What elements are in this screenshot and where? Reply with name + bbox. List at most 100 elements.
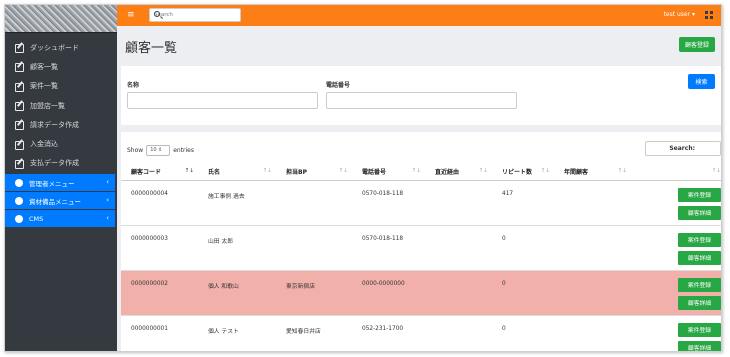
sidebar-item-payout[interactable]: 支払データ作成 <box>5 154 117 173</box>
sidebar-item-label: 案件一覧 <box>30 82 58 91</box>
register-customer-button[interactable]: 顧客登録 <box>679 37 715 52</box>
sidebar-group-materials[interactable]: 資材備品メニュー ‹ <box>5 192 115 210</box>
sidebar-item-cases[interactable]: 案件一覧 <box>5 77 117 96</box>
edit-icon <box>15 82 24 92</box>
cell-code: 0000000001 <box>121 314 198 351</box>
cell-repeat: 0 <box>492 224 554 270</box>
phone-field[interactable] <box>326 92 517 109</box>
menu-icon[interactable]: ≡ <box>127 10 135 20</box>
sidebar-group-label: CMS <box>29 214 44 223</box>
customer-detail-button[interactable]: 顧客詳細 <box>678 340 721 351</box>
entries-label: entries <box>173 147 195 154</box>
sidebar-item-billing[interactable]: 請求データ作成 <box>5 115 117 134</box>
edit-icon <box>15 140 24 150</box>
sidebar: ダッシュボード 顧客一覧 案件一覧 加盟店一覧 請求データ作成 入金消込 支払デ… <box>5 5 117 351</box>
cell-phone: 0570-018-118 <box>352 179 425 225</box>
register-case-button[interactable]: 案件登録 <box>678 232 721 247</box>
sidebar-group-label: 資材備品メニュー <box>29 197 81 206</box>
sort-icon: ↑↓ <box>711 168 721 174</box>
customer-table: 顧客コード ↑↓ 氏名 ↑↓ 担当BP ↑↓ 電話番号 ↑↓ 直近経由 ↑↓ リピート数 ↑… <box>121 163 721 351</box>
edit-icon <box>15 101 24 112</box>
search-icon[interactable] <box>154 11 160 17</box>
cell-bp <box>276 224 352 270</box>
cell-actions: 案件登録 顧客詳細 <box>631 224 721 270</box>
logo <box>5 5 117 33</box>
page-size-control: Show 10 ⇕ entries <box>127 145 194 156</box>
col-recent-via[interactable]: 直近経由 ↑↓ <box>425 163 492 181</box>
sort-icon: ↑↓ <box>338 168 348 174</box>
sidebar-item-customers[interactable]: 顧客一覧 <box>5 57 117 76</box>
sidebar-item-stores[interactable]: 加盟店一覧 <box>5 96 117 115</box>
sort-icon: ↑↓ <box>184 168 194 174</box>
cell-annual <box>554 224 631 270</box>
main-content: 顧客一覧 顧客登録 名称 電話番号 検索 Show 10 ⇕ entries S… <box>117 26 721 351</box>
cell-name: 個人 和歌山 <box>198 269 276 315</box>
dashboard-icon <box>15 178 23 187</box>
page-size-select[interactable]: 10 ⇕ <box>146 145 171 156</box>
chevron-left-icon: ‹ <box>106 178 109 187</box>
column-label: 直近経由 <box>435 168 460 176</box>
page-title: 顧客一覧 <box>125 41 178 56</box>
sidebar-group-admin[interactable]: 管理者メニュー ‹ <box>5 174 115 192</box>
name-field[interactable] <box>127 92 318 109</box>
customer-detail-button[interactable]: 顧客詳細 <box>678 250 721 265</box>
register-case-button[interactable]: 案件登録 <box>678 322 721 337</box>
customer-detail-button[interactable]: 顧客詳細 <box>678 205 721 220</box>
cell-name: 個人 テスト <box>198 314 276 351</box>
cell-actions: 案件登録 顧客詳細 <box>631 269 721 315</box>
customer-detail-button[interactable]: 顧客詳細 <box>678 295 721 310</box>
cell-bp: 愛知春日井店 <box>276 314 352 351</box>
name-label: 名称 <box>127 82 140 89</box>
cell-name: 施工事例 過去 <box>198 179 276 225</box>
cell-annual <box>554 269 631 315</box>
register-case-button[interactable]: 案件登録 <box>678 277 721 292</box>
cell-repeat: 0 <box>492 314 554 351</box>
dashboard-icon <box>15 214 23 223</box>
col-annual[interactable]: 年間顧客 ↑↓ <box>554 163 631 181</box>
cell-repeat: 417 <box>492 179 554 225</box>
cell-annual <box>554 179 631 225</box>
sort-icon: ↑↓ <box>478 168 488 174</box>
sidebar-item-label: 加盟店一覧 <box>30 101 65 110</box>
sort-icon: ↑↓ <box>262 168 272 174</box>
apps-grid-icon[interactable] <box>705 11 713 19</box>
search-button[interactable]: 検索 <box>688 74 715 89</box>
sidebar-item-dashboard[interactable]: ダッシュボード <box>5 38 117 57</box>
sidebar-item-label: 入金消込 <box>30 140 58 149</box>
sort-icon: ↑↓ <box>540 168 550 174</box>
column-label: 年間顧客 <box>564 168 589 176</box>
phone-label: 電話番号 <box>326 82 351 89</box>
column-label: 顧客コード <box>131 168 162 176</box>
table-search-input[interactable] <box>645 141 721 156</box>
cell-code: 0000000003 <box>121 224 198 270</box>
col-phone[interactable]: 電話番号 ↑↓ <box>352 163 425 181</box>
app-window: ダッシュボード 顧客一覧 案件一覧 加盟店一覧 請求データ作成 入金消込 支払デ… <box>4 4 722 352</box>
table-row-highlighted: 0000000002 個人 和歌山 東京新宿店 0000-0000000 0 案… <box>121 269 721 315</box>
cell-actions: 案件登録 顧客詳細 <box>631 314 721 351</box>
sidebar-item-label: 請求データ作成 <box>30 120 79 129</box>
search-input[interactable]: Search <box>149 8 241 22</box>
sidebar-item-payment-matching[interactable]: 入金消込 <box>5 134 117 153</box>
page-size-value: 10 <box>150 147 157 153</box>
cell-actions: 案件登録 顧客詳細 <box>631 179 721 225</box>
customer-table-card: Show 10 ⇕ entries Search: 顧客コード ↑↓ 氏名 ↑↓ 担… <box>121 132 721 351</box>
user-menu[interactable]: test user ▾ <box>664 11 695 18</box>
sidebar-group-cms[interactable]: CMS ‹ <box>5 210 115 228</box>
col-bp[interactable]: 担当BP ↑↓ <box>276 163 352 181</box>
cell-phone: 0000-0000000 <box>352 269 425 315</box>
top-navbar: ≡ Search test user ▾ <box>117 5 721 26</box>
filter-card: 名称 電話番号 検索 <box>121 66 721 125</box>
register-case-button[interactable]: 案件登録 <box>678 187 721 202</box>
sidebar-item-label: ダッシュボード <box>30 43 79 52</box>
edit-icon <box>15 159 24 169</box>
table-row: 0000000003 山田 太郎 0570-018-118 0 案件登録 顧客詳… <box>121 224 721 270</box>
sidebar-group-label: 管理者メニュー <box>29 179 75 188</box>
col-customer-code[interactable]: 顧客コード ↑↓ <box>121 163 198 181</box>
cell-phone: 0570-018-118 <box>352 224 425 270</box>
cell-bp: 東京新宿店 <box>276 269 352 315</box>
sort-icon: ↑↓ <box>411 168 421 174</box>
col-name[interactable]: 氏名 ↑↓ <box>198 163 276 181</box>
chevron-left-icon: ‹ <box>106 196 109 205</box>
cell-name: 山田 太郎 <box>198 224 276 270</box>
col-repeat[interactable]: リピート数 ↑↓ <box>492 163 554 181</box>
